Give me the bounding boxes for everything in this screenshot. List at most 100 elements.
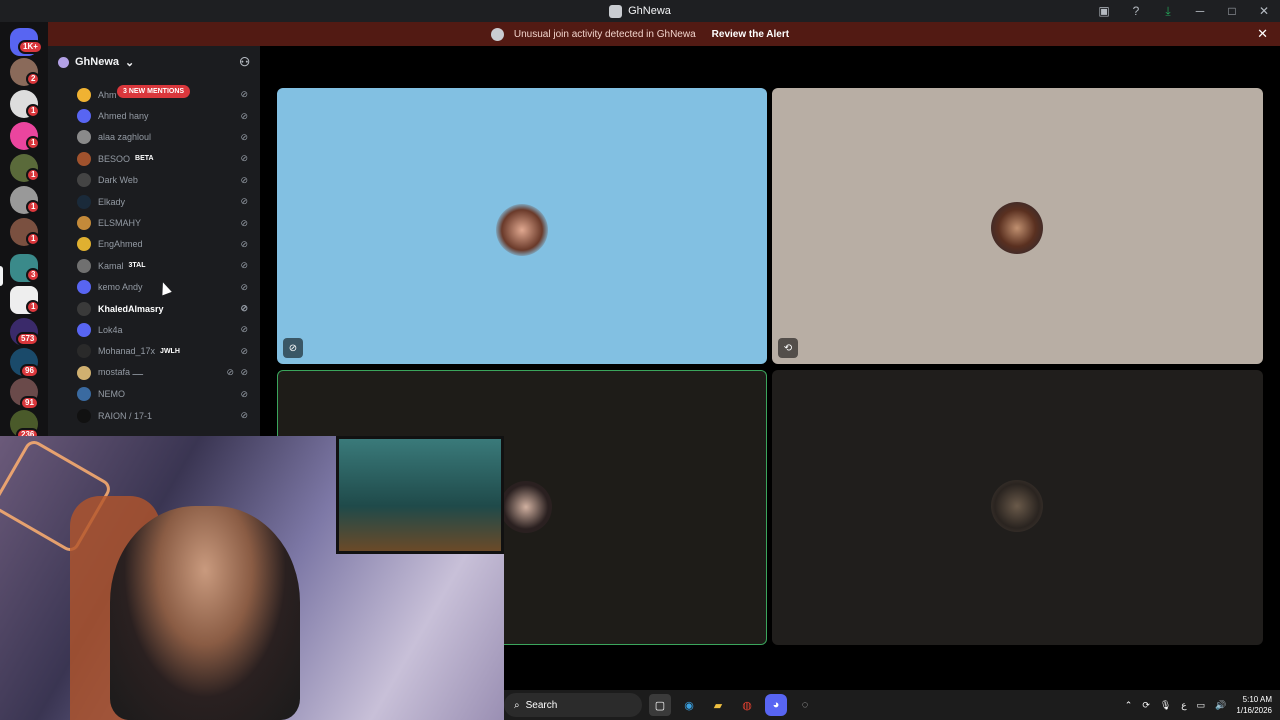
list-item[interactable]: Elkady ⊘: [48, 191, 260, 212]
chevron-down-icon: ⌄: [125, 56, 135, 69]
list-item[interactable]: KhaledAlmasry ⊘: [48, 298, 260, 319]
deafen-icon: ⊘: [240, 324, 248, 335]
invite-icon[interactable]: ⚇: [239, 55, 250, 69]
clock-time: 5:10 AM: [1242, 695, 1272, 704]
avatar: [77, 408, 91, 423]
list-item[interactable]: alaa zaghloul ⊘: [48, 127, 260, 148]
video-tile[interactable]: ⟲: [772, 88, 1263, 364]
member-name: Dark Web: [98, 175, 138, 186]
clock[interactable]: 5:10 AM 1/16/2026: [1236, 694, 1272, 716]
avatar: [77, 237, 91, 252]
list-item[interactable]: EngAhmed ⊘: [48, 234, 260, 255]
streamer: [110, 506, 300, 720]
window-title: GhNewa: [609, 4, 671, 18]
minimize-button[interactable]: ─: [1184, 0, 1216, 22]
app-icon: [609, 4, 623, 18]
new-mentions-badge[interactable]: 3 NEW MENTIONS: [117, 85, 191, 98]
webcam-overlay: [0, 436, 504, 720]
avatar: [77, 344, 91, 359]
member-name: RAION / 17-1: [98, 410, 153, 421]
video-tile[interactable]: [772, 370, 1263, 645]
list-item[interactable]: Dark Web ⊘: [48, 170, 260, 191]
server-header[interactable]: GhNewa ⌄ ⚇: [48, 46, 260, 78]
chrome-icon[interactable]: ◍: [736, 694, 758, 716]
deafen-icon: ⊘: [240, 89, 248, 100]
avatar: [77, 216, 91, 231]
deafen-icon: ⊘: [240, 345, 248, 356]
search-label: Search: [525, 699, 558, 711]
avatar: [991, 480, 1043, 532]
unread-badge: 91: [20, 396, 39, 410]
chevron-up-icon[interactable]: ⌃: [1125, 700, 1133, 711]
member-name: Kamal: [98, 260, 124, 271]
avatar: [77, 109, 91, 124]
list-item[interactable]: mostafa ــــ ⊘ ⊘: [48, 362, 260, 383]
member-name: KhaledAlmasry: [98, 303, 164, 314]
microphone-icon[interactable]: 🎙: [1160, 700, 1171, 711]
avatar: [77, 151, 91, 166]
list-item[interactable]: NEMO ⊘: [48, 383, 260, 404]
unread-badge: 1: [26, 168, 41, 182]
member-tag: JWLH: [160, 347, 180, 355]
unread-badge: 1: [26, 300, 41, 314]
close-icon[interactable]: ✕: [1257, 26, 1268, 42]
server-list: 1K+ 2 1 1 1 1 1 3 1 573 96 91 236: [0, 22, 48, 442]
stream-icon: ⟲: [778, 338, 798, 358]
deafen-icon: ⊘: [240, 281, 248, 292]
deafen-icon: ⊘: [240, 260, 248, 271]
list-item[interactable]: kemo Andy ⊘: [48, 277, 260, 298]
inbox-icon[interactable]: ▣: [1088, 0, 1120, 22]
member-tag: 3TAL: [128, 262, 146, 270]
language-indicator[interactable]: ع: [1181, 700, 1186, 711]
list-item[interactable]: ELSMAHY ⊘: [48, 212, 260, 233]
list-item[interactable]: BESOO BETA ⊘: [48, 148, 260, 169]
list-item[interactable]: Lok4a ⊘: [48, 319, 260, 340]
discord-icon[interactable]: ◕: [765, 694, 787, 716]
deafen-icon: ⊘: [240, 110, 248, 121]
window-title-text: GhNewa: [628, 5, 671, 17]
avatar: [77, 301, 91, 316]
sync-icon[interactable]: ⟳: [1142, 700, 1150, 711]
avatar: [77, 365, 91, 380]
explorer-icon[interactable]: ▰: [707, 694, 729, 716]
list-item[interactable]: Ahmed hany ⊘: [48, 105, 260, 126]
unread-badge: 2: [26, 72, 41, 86]
unread-badge: 1: [26, 136, 41, 150]
edge-icon[interactable]: ◉: [678, 694, 700, 716]
server-name: GhNewa: [75, 56, 120, 68]
avatar: [77, 87, 91, 102]
voice-member-list: Ahm ⊘ Ahmed hany ⊘ alaa zaghloul ⊘ BESOO BET…: [48, 84, 260, 426]
deafen-icon: ⊘: [240, 238, 248, 249]
network-icon[interactable]: ▭: [1197, 700, 1206, 711]
download-icon[interactable]: ⤓: [1152, 0, 1184, 22]
task-view-icon[interactable]: ▢: [649, 694, 671, 716]
help-icon[interactable]: ?: [1120, 0, 1152, 22]
unread-badge: 1K+: [18, 40, 43, 54]
member-name: EngAhmed: [98, 239, 143, 250]
member-name: kemo Andy: [98, 282, 143, 293]
avatar: [77, 194, 91, 209]
alert-banner: Unusual join activity detected in GhNewa…: [0, 22, 1280, 46]
app-icon[interactable]: ◌: [794, 694, 816, 716]
system-tray: ⌃ ⟳ 🎙 ع ▭ 🔊 5:10 AM 1/16/2026: [1125, 690, 1272, 720]
member-name: BESOO: [98, 153, 131, 164]
search-input[interactable]: ⌕ Search: [504, 693, 642, 717]
volume-icon[interactable]: 🔊: [1215, 700, 1226, 711]
list-item[interactable]: RAION / 17-1 ⊘: [48, 405, 260, 426]
member-name: Lok4a: [98, 324, 123, 335]
shield-icon: [490, 27, 504, 41]
avatar: [991, 202, 1043, 254]
unread-badge: 1: [26, 200, 41, 214]
member-name: Elkady: [98, 196, 126, 207]
unread-badge: 1: [26, 104, 41, 118]
unread-badge: 573: [16, 332, 40, 346]
video-tile[interactable]: ⊘: [277, 88, 767, 364]
member-name: alaa zaghloul: [98, 132, 152, 143]
close-window-button[interactable]: ✕: [1248, 0, 1280, 22]
maximize-button[interactable]: □: [1216, 0, 1248, 22]
member-tag: BETA: [135, 155, 154, 163]
review-alert-link[interactable]: Review the Alert: [712, 29, 789, 40]
list-item[interactable]: Kamal 3TAL ⊘: [48, 255, 260, 276]
list-item[interactable]: Mohanad_17x JWLH ⊘: [48, 341, 260, 362]
unread-badge: 1: [26, 232, 41, 246]
